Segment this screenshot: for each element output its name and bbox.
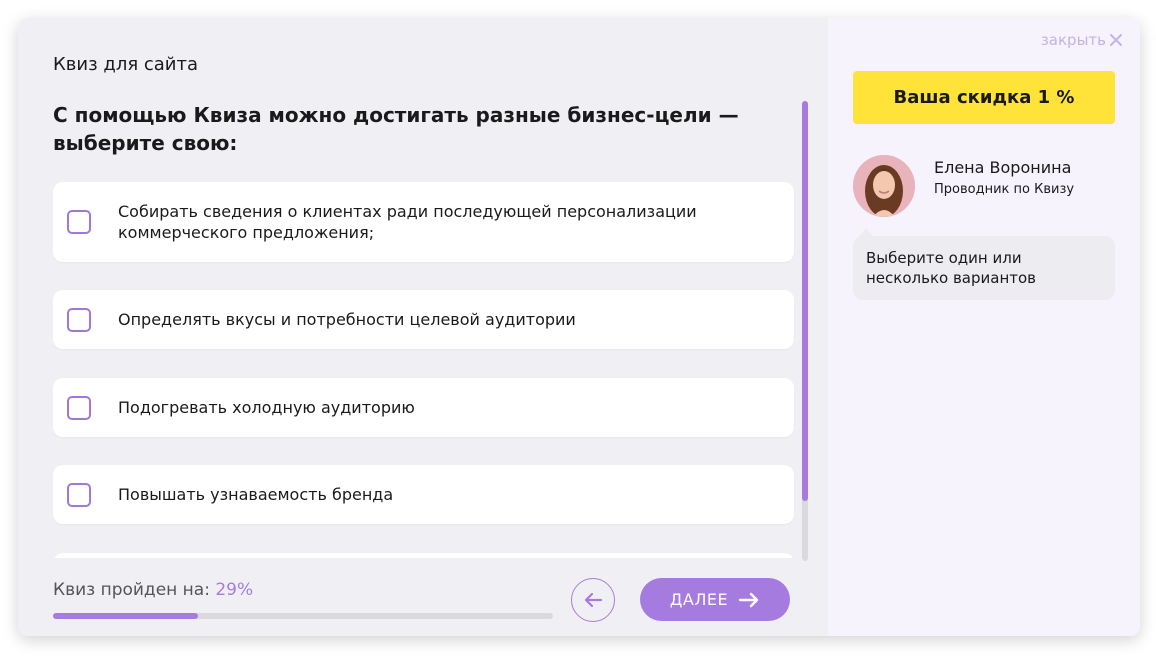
close-icon bbox=[1110, 34, 1122, 46]
option-label: Подогревать холодную аудиторию bbox=[118, 398, 415, 417]
guide-role: Проводник по Квизу bbox=[934, 182, 1075, 197]
question-text: С помощью Квиза можно достигать разные б… bbox=[53, 103, 739, 155]
option-label: Собирать сведения о клиентах ради послед… bbox=[118, 202, 697, 242]
option-item-0[interactable]: Собирать сведения о клиентах ради послед… bbox=[53, 182, 794, 262]
options-list: Собирать сведения о клиентах ради послед… bbox=[53, 182, 795, 558]
checkbox[interactable] bbox=[67, 307, 91, 332]
option-item-3[interactable]: Повышать узнаваемость бренда bbox=[53, 465, 794, 524]
discount-badge: Ваша скидка 1 % bbox=[853, 71, 1115, 124]
progress-percent: 29% bbox=[215, 580, 254, 600]
close-button[interactable]: закрыть bbox=[1041, 31, 1122, 49]
checkbox[interactable] bbox=[67, 395, 91, 420]
next-button-label: ДАЛЕЕ bbox=[669, 590, 729, 609]
arrow-left-icon bbox=[584, 592, 603, 608]
option-item-2[interactable]: Подогревать холодную аудиторию bbox=[53, 378, 794, 437]
quiz-main-panel: Квиз для сайта С помощью Квиза можно дос… bbox=[18, 18, 828, 636]
next-button[interactable]: ДАЛЕЕ bbox=[640, 578, 790, 621]
option-item-1[interactable]: Определять вкусы и потребности целевой а… bbox=[53, 290, 794, 349]
avatar bbox=[853, 155, 915, 217]
guide-name: Елена Воронина bbox=[934, 158, 1072, 177]
progress-fill bbox=[53, 613, 198, 619]
quiz-sidebar: закрыть Ваша скидка 1 % Елена Воронина П… bbox=[828, 18, 1140, 636]
scrollbar-thumb[interactable] bbox=[802, 101, 808, 501]
back-button[interactable] bbox=[571, 578, 615, 622]
scrollbar-track[interactable] bbox=[802, 101, 808, 561]
hint-bubble: Выберите один или несколько вариантов bbox=[853, 236, 1115, 300]
checkbox[interactable] bbox=[67, 482, 91, 507]
option-label: Определять вкусы и потребности целевой а… bbox=[118, 310, 576, 329]
option-label: Повышать узнаваемость бренда bbox=[118, 485, 394, 504]
progress-text: Квиз пройден на: 29% bbox=[53, 580, 253, 600]
option-item-partial[interactable] bbox=[53, 553, 794, 558]
close-label: закрыть bbox=[1040, 31, 1106, 49]
arrow-right-icon bbox=[738, 592, 759, 607]
progress-bar bbox=[53, 613, 553, 619]
quiz-title: Квиз для сайта bbox=[53, 54, 199, 75]
progress-label: Квиз пройден на: bbox=[53, 580, 210, 600]
quiz-modal: Квиз для сайта С помощью Квиза можно дос… bbox=[18, 18, 1140, 636]
checkbox[interactable] bbox=[67, 210, 91, 234]
